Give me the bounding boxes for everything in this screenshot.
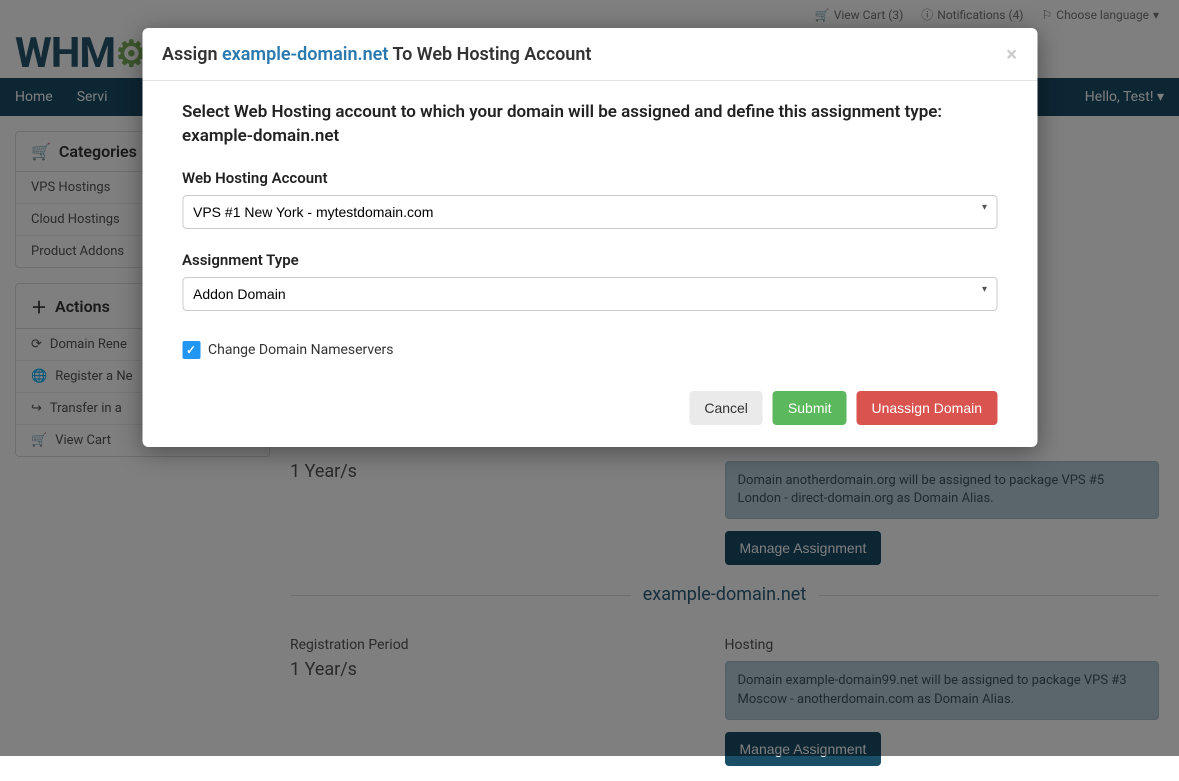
modal-instruction: Select Web Hosting account to which your… — [182, 101, 997, 149]
modal-title: Assign example-domain.net To Web Hosting… — [162, 44, 591, 65]
submit-button[interactable]: Submit — [773, 391, 847, 425]
change-nameservers-label: Change Domain Nameservers — [208, 342, 394, 358]
assignment-type-label: Assignment Type — [182, 251, 997, 269]
modal-title-domain: example-domain.net — [222, 44, 388, 65]
assign-domain-modal: Assign example-domain.net To Web Hosting… — [142, 28, 1037, 447]
close-button[interactable]: × — [1006, 42, 1017, 66]
modal-title-prefix: Assign — [162, 44, 222, 65]
unassign-button[interactable]: Unassign Domain — [857, 391, 998, 425]
change-nameservers-checkbox[interactable]: ✓ — [182, 341, 200, 359]
assignment-type-select[interactable]: Addon Domain — [182, 277, 997, 311]
account-label: Web Hosting Account — [182, 169, 997, 187]
account-select[interactable]: VPS #1 New York - mytestdomain.com — [182, 195, 997, 229]
modal-title-suffix: To Web Hosting Account — [388, 44, 591, 65]
cancel-button[interactable]: Cancel — [689, 391, 763, 425]
